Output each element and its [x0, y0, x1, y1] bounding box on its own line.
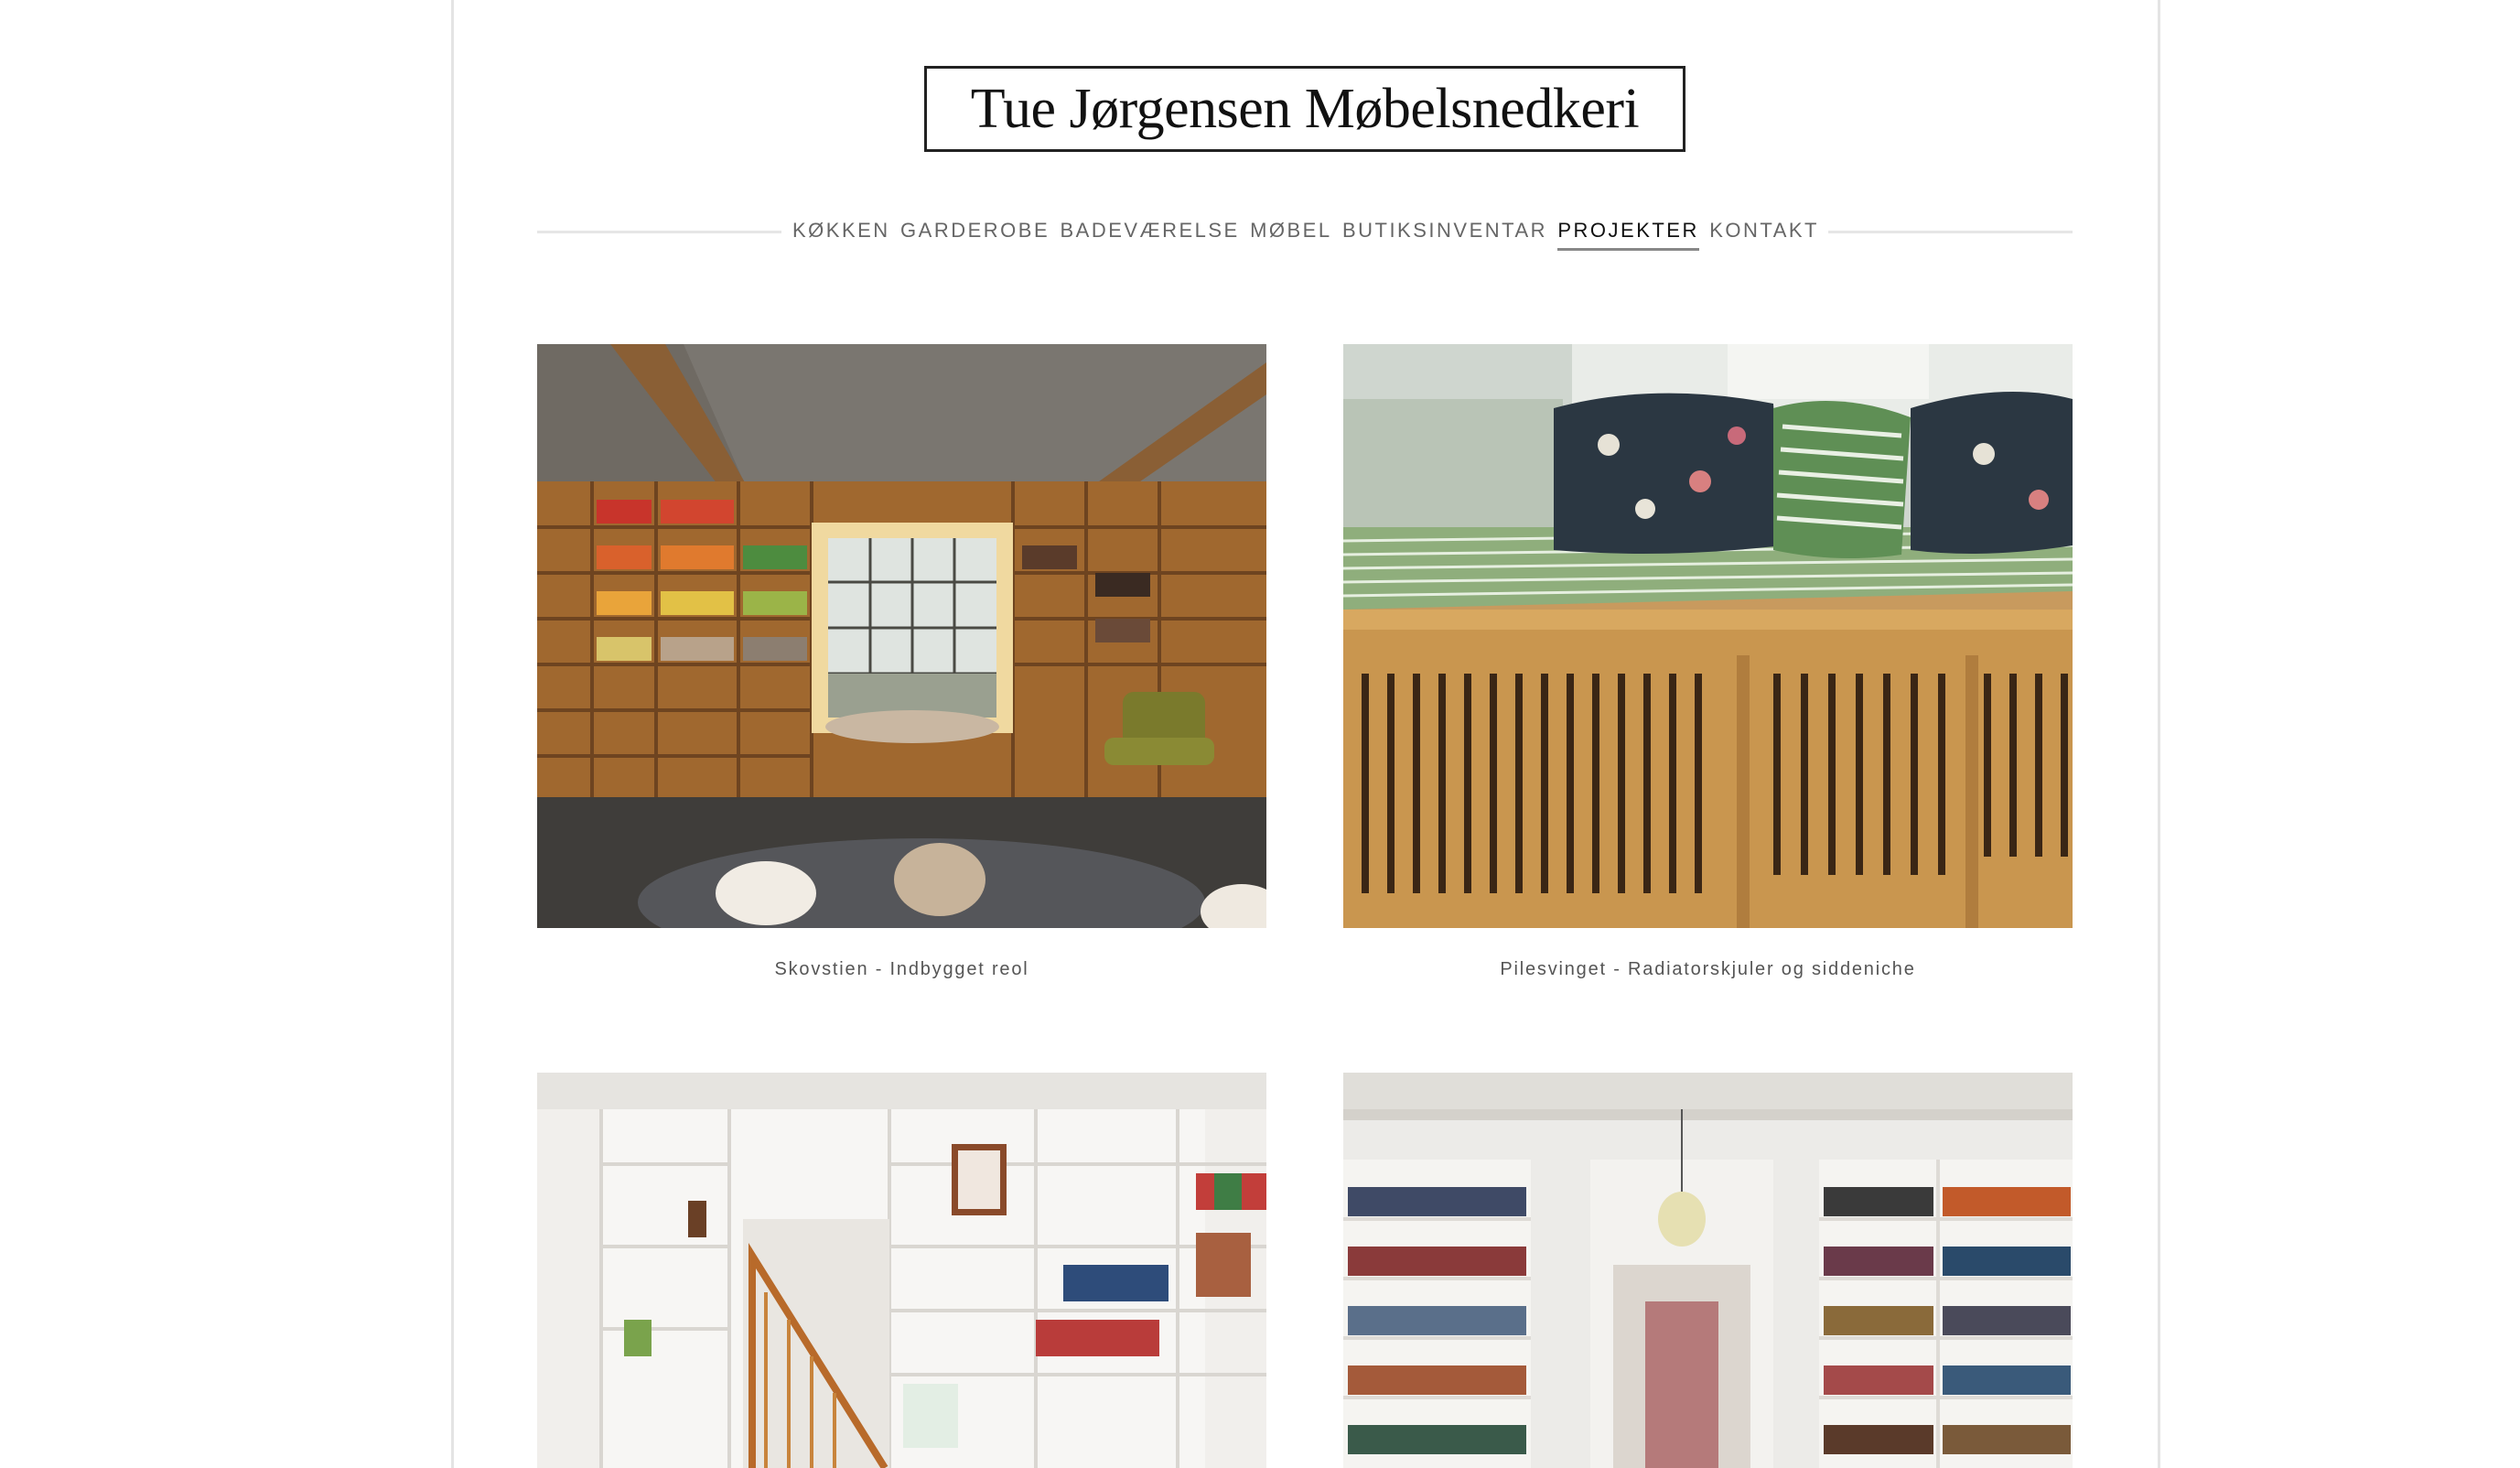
logo-text: Tue Jørgensen Møbelsnedkeri [970, 77, 1640, 140]
project-image-3[interactable] [537, 1073, 1266, 1468]
project-caption[interactable]: Pilesvinget - Radiatorskjuler og siddeni… [1343, 959, 2073, 980]
nav-divider-left [537, 231, 781, 233]
nav-item-projekter[interactable]: PROJEKTER [1557, 219, 1699, 251]
main-nav: KØKKEN GARDEROBE BADEVÆRELSE MØBEL BUTIK… [792, 216, 1819, 253]
nav-item-kontakt[interactable]: KONTAKT [1709, 219, 1819, 251]
project-image-4[interactable] [1343, 1073, 2073, 1468]
nav-item-badevaerelse[interactable]: BADEVÆRELSE [1060, 219, 1239, 251]
nav-item-kokken[interactable]: KØKKEN [792, 219, 890, 251]
nav-item-butiksinventar[interactable]: BUTIKSINVENTAR [1342, 219, 1547, 251]
nav-item-garderobe[interactable]: GARDEROBE [900, 219, 1050, 251]
project-image-skovstien[interactable] [537, 344, 1266, 928]
project-image-pilesvinget[interactable] [1343, 344, 2073, 928]
project-card-pilesvinget[interactable]: Pilesvinget - Radiatorskjuler og siddeni… [1343, 344, 2073, 979]
project-card-4[interactable] [1343, 1073, 2073, 1468]
nav-divider-right [1828, 231, 2073, 233]
project-caption[interactable]: Skovstien - Indbygget reol [537, 959, 1266, 980]
nav-item-mobel[interactable]: MØBEL [1250, 219, 1332, 251]
site-logo[interactable]: Tue Jørgensen Møbelsnedkeri [924, 66, 1685, 152]
project-card-3[interactable] [537, 1073, 1266, 1468]
project-card-skovstien[interactable]: Skovstien - Indbygget reol [537, 344, 1266, 979]
